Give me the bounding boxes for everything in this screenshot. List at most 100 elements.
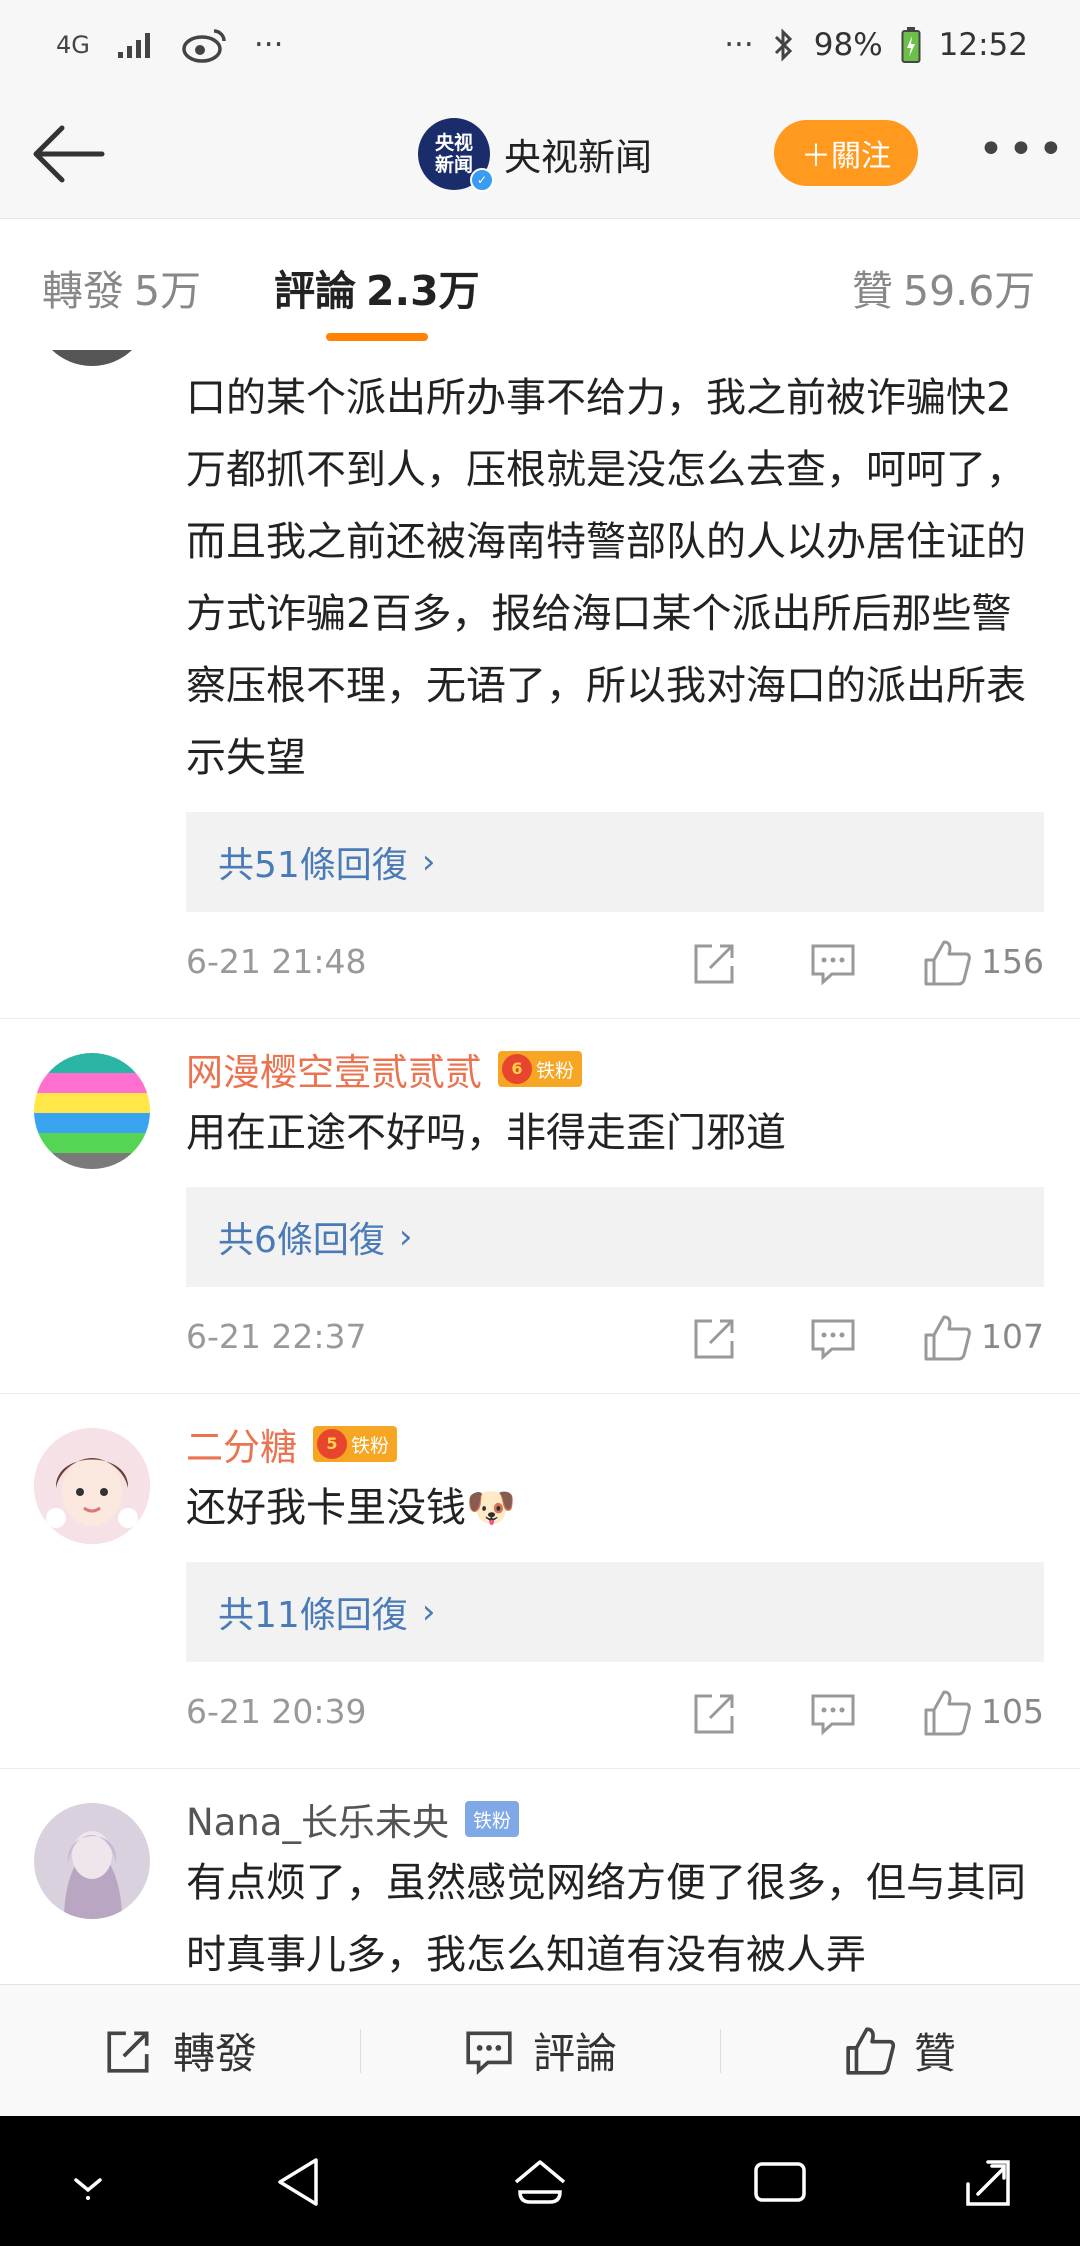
view-replies-button[interactable]: 共11條回復 › <box>186 1562 1044 1662</box>
comment-meta: 6-21 22:37 107 <box>186 1287 1044 1393</box>
comment-icon[interactable] <box>808 938 858 988</box>
battery-percent: 98% <box>813 27 883 63</box>
thumbs-up-icon[interactable] <box>922 1313 972 1363</box>
tab-reposts[interactable]: 轉發 5万 <box>42 257 201 317</box>
fan-badge: 5 铁粉 <box>313 1426 398 1462</box>
girl-avatar-image <box>34 1428 150 1544</box>
comment-item: 网漫樱空壹贰贰贰 6 铁粉 用在正途不好吗，非得走歪门邪道 共6條回復 › 6-21… <box>0 1019 1080 1394</box>
thumbs-up-icon[interactable] <box>922 938 972 988</box>
comment-bubble-icon <box>466 2031 512 2075</box>
comment-username[interactable]: 网漫樱空壹贰贰贰 6 铁粉 <box>186 1041 1044 1097</box>
comment-icon[interactable] <box>808 1688 858 1738</box>
avatar[interactable] <box>34 1053 150 1169</box>
nav-back-icon[interactable] <box>270 2152 330 2212</box>
comment-button[interactable]: 評論 <box>360 1985 720 2116</box>
tab-likes[interactable]: 贊 59.6万 <box>852 257 1035 317</box>
weibo-icon <box>182 29 226 63</box>
view-replies-button[interactable]: 共51條回復 › <box>186 812 1044 912</box>
share-square-icon <box>107 2031 149 2073</box>
chevron-right-icon: › <box>398 1217 413 1257</box>
replies-count: 共6條回復 <box>218 1220 385 1261</box>
tab-count: 59.6万 <box>903 267 1036 315</box>
thumbs-up-icon[interactable] <box>922 1688 972 1738</box>
repost-label: 轉發 <box>172 2029 257 2078</box>
comment-icon[interactable] <box>808 1313 858 1363</box>
username-text[interactable]: Nana_长乐未央 <box>186 1792 449 1846</box>
like-count: 105 <box>981 1692 1044 1731</box>
thumbs-up-icon <box>846 2026 896 2075</box>
comment-text: 有点烦了，虽然感觉网络方便了很多，但与其同时真事儿多，我怎么知道有没有被人弄 <box>186 1860 1026 1978</box>
comment-meta: 6-21 20:39 105 <box>186 1662 1044 1768</box>
tab-label: 贊 <box>852 267 893 315</box>
crown-icon: 5 <box>317 1429 347 1459</box>
logo-text-line1: 央视 <box>434 132 473 154</box>
comment-list[interactable]: 口的某个派出所办事不给力，我之前被诈骗快2万都抓不到人，压根就是没怎么去查，呵呵… <box>0 350 1080 1984</box>
repost-icon[interactable] <box>690 938 740 988</box>
comment-username[interactable]: 二分糖 5 铁粉 <box>186 1416 1044 1472</box>
nav-recents-icon[interactable] <box>750 2152 810 2212</box>
comment-time: 6-21 22:37 <box>186 1317 367 1356</box>
chevron-down-icon[interactable] <box>58 2152 118 2212</box>
clock: 12:52 <box>938 27 1028 63</box>
bottom-action-bar: 轉發 評論 贊 <box>0 1984 1080 2116</box>
username-text[interactable]: 二分糖 <box>186 1417 297 1471</box>
tab-count: 2.3万 <box>366 267 480 315</box>
comment-item: Nana_长乐未央 铁粉 有点烦了，虽然感觉网络方便了很多，但与其同时真事儿多，… <box>0 1769 1080 1984</box>
fan-badge: 铁粉 <box>464 1801 519 1837</box>
account-avatar[interactable]: 央视 新闻 ✓ <box>418 118 494 192</box>
like-count: 107 <box>981 1317 1044 1356</box>
chevron-right-icon: › <box>421 1592 436 1632</box>
signal-icon <box>117 33 150 58</box>
comment-label: 評論 <box>532 2029 617 2078</box>
tab-count: 5万 <box>134 267 202 315</box>
account-info[interactable]: 央视 新闻 ✓ 央视新闻 <box>418 118 652 192</box>
comment-text: 口的某个派出所办事不给力，我之前被诈骗快2万都抓不到人，压根就是没怎么去查，呵呵… <box>186 375 1026 781</box>
active-tab-indicator <box>326 333 428 341</box>
status-bar: 4G ··· ··· 98% 12:52 <box>0 0 1080 90</box>
avatar[interactable] <box>34 1803 150 1919</box>
like-label: 贊 <box>913 2029 956 2078</box>
nav-home-icon[interactable] <box>510 2152 570 2212</box>
view-replies-button[interactable]: 共6條回復 › <box>186 1187 1044 1287</box>
notification-overflow: ··· <box>724 27 754 63</box>
badge-label: 铁粉 <box>351 1434 390 1457</box>
verified-icon: ✓ <box>470 168 494 192</box>
logo-text-line2: 新闻 <box>434 154 473 176</box>
repost-icon[interactable] <box>690 1688 740 1738</box>
bluetooth-icon <box>774 28 792 62</box>
follow-button[interactable]: ＋關注 <box>774 120 918 186</box>
overflow-indicator: ··· <box>253 27 284 63</box>
comment-username[interactable]: Nana_长乐未央 铁粉 <box>186 1791 1044 1847</box>
repost-button[interactable]: 轉發 <box>0 1985 360 2116</box>
nana-avatar-image <box>34 1803 150 1919</box>
comment-text: 用在正途不好吗，非得走歪门邪道 <box>186 1110 786 1156</box>
fan-badge: 6 铁粉 <box>498 1051 583 1087</box>
engagement-tabs: 轉發 5万 評論 2.3万 贊 59.6万 <box>0 218 1080 350</box>
comment-time: 6-21 20:39 <box>186 1692 367 1731</box>
comment-item: 二分糖 5 铁粉 还好我卡里没钱🐶 共11條回復 › 6-21 20:39 105 <box>0 1394 1080 1769</box>
avatar[interactable] <box>34 1428 150 1544</box>
comment-item: 口的某个派出所办事不给力，我之前被诈骗快2万都抓不到人，压根就是没怎么去查，呵呵… <box>0 350 1080 1019</box>
crown-icon: 6 <box>502 1054 532 1084</box>
badge-label: 铁粉 <box>536 1059 575 1082</box>
back-arrow-icon[interactable] <box>28 116 108 192</box>
app-header: 央视 新闻 ✓ 央视新闻 ＋關注 ••• <box>0 90 1080 218</box>
more-options-icon[interactable]: ••• <box>978 128 1064 178</box>
tab-label: 轉發 <box>42 267 124 315</box>
repost-icon[interactable] <box>690 1313 740 1363</box>
expand-screen-icon[interactable] <box>958 2152 1018 2212</box>
like-button[interactable]: 贊 <box>720 1985 1080 2116</box>
system-navigation-bar <box>0 2116 1080 2246</box>
like-count: 156 <box>981 942 1044 981</box>
tab-label: 評論 <box>274 267 356 315</box>
network-icon: 4G <box>56 31 90 59</box>
battery-icon <box>901 27 921 63</box>
account-name[interactable]: 央视新闻 <box>504 127 652 181</box>
avatar[interactable] <box>34 350 150 366</box>
replies-count: 共51條回復 <box>218 845 408 886</box>
username-text[interactable]: 网漫樱空壹贰贰贰 <box>186 1042 482 1096</box>
comment-text: 还好我卡里没钱🐶 <box>186 1485 516 1531</box>
tab-comments[interactable]: 評論 2.3万 <box>274 257 480 317</box>
comment-time: 6-21 21:48 <box>186 942 367 981</box>
chevron-right-icon: › <box>421 842 436 882</box>
